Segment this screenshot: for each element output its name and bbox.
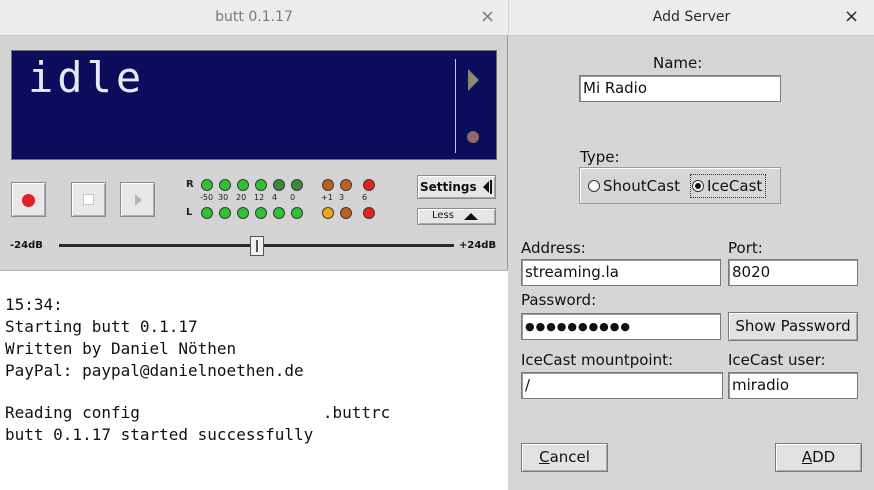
arrow-up-icon xyxy=(464,213,478,220)
add-server-dialog: Add Server × Name: Mi Radio Type: ShoutC… xyxy=(509,0,874,490)
address-field[interactable]: streaming.la xyxy=(521,259,721,286)
port-label: Port: xyxy=(728,239,763,257)
vu-channel-r-label: R xyxy=(186,179,194,190)
dialog-close-icon[interactable]: × xyxy=(844,6,859,27)
radio-icecast[interactable]: IceCast xyxy=(690,174,767,198)
less-button[interactable]: Less xyxy=(417,208,496,225)
vu-led-r xyxy=(340,179,352,191)
status-display-text: idle xyxy=(28,53,146,102)
password-label: Password: xyxy=(521,291,597,309)
radio-shoutcast-label: ShoutCast xyxy=(603,177,680,195)
log-line: 15:34: xyxy=(5,295,63,314)
arrow-left-icon xyxy=(483,181,489,193)
vu-led-l xyxy=(201,207,213,219)
add-button-label: ADD xyxy=(801,448,836,466)
vu-led-l xyxy=(291,207,303,219)
vu-scale-label: 30 xyxy=(218,193,229,202)
dialog-title: Add Server xyxy=(652,9,731,25)
password-field[interactable]: ●●●●●●●●●● xyxy=(521,313,721,340)
main-window-title: butt 0.1.17 xyxy=(215,9,293,25)
slider-grip-icon xyxy=(256,240,258,252)
stop-button[interactable] xyxy=(71,182,106,217)
vu-led-r xyxy=(273,179,285,191)
vu-led-l xyxy=(363,207,375,219)
vu-scale-label: +1 xyxy=(321,193,333,202)
vu-scale-label: -50 xyxy=(200,193,214,202)
type-radio-group: ShoutCast IceCast xyxy=(579,167,781,204)
name-label: Name: xyxy=(653,54,703,72)
vu-scale-label: 4 xyxy=(272,193,278,202)
vu-led-r xyxy=(201,179,213,191)
icecast-user-field[interactable]: miradio xyxy=(728,372,858,399)
vu-led-l xyxy=(255,207,267,219)
gain-slider-thumb[interactable] xyxy=(250,236,264,256)
vu-scale-label: 6 xyxy=(362,193,368,202)
cancel-button[interactable]: Cancel xyxy=(521,443,608,472)
vu-led-l xyxy=(219,207,231,219)
mountpoint-label: IceCast mountpoint: xyxy=(521,351,674,369)
vu-led-l xyxy=(237,207,249,219)
play-icon xyxy=(135,194,142,206)
vu-meter: R L -50 30 20 12 4 0 +1 3 6 xyxy=(186,177,386,221)
radio-circle-icon xyxy=(588,180,600,192)
record-icon xyxy=(22,194,35,207)
main-titlebar: butt 0.1.17 × xyxy=(0,0,508,36)
vu-scale-label: 3 xyxy=(339,193,345,202)
address-label: Address: xyxy=(521,239,586,257)
vu-led-l xyxy=(340,207,352,219)
log-line: Starting butt 0.1.17 xyxy=(5,317,198,336)
display-divider xyxy=(455,59,456,153)
vu-led-r xyxy=(219,179,231,191)
dialog-titlebar: Add Server × xyxy=(509,0,874,36)
vu-led-r xyxy=(291,179,303,191)
log-line: Reading config .buttrc xyxy=(5,403,391,422)
stop-icon xyxy=(83,194,94,205)
settings-button-label: Settings xyxy=(420,180,477,194)
radio-selected-icon xyxy=(692,180,704,192)
bar-icon xyxy=(490,180,492,194)
cancel-button-label: Cancel xyxy=(539,448,590,466)
vu-scale-label: 20 xyxy=(236,193,247,202)
port-field[interactable]: 8020 xyxy=(728,259,858,286)
log-output: 15:34: Starting butt 0.1.17 Written by D… xyxy=(0,270,508,490)
log-line: butt 0.1.17 started successfully xyxy=(5,425,314,444)
butt-main-window: butt 0.1.17 × idle R L -50 30 20 12 4 0 +1 3 6 S… xyxy=(0,0,508,490)
radio-icecast-label: IceCast xyxy=(707,177,763,195)
stream-indicator-icon xyxy=(468,69,479,91)
vu-led-r xyxy=(322,179,334,191)
radio-shoutcast[interactable]: ShoutCast xyxy=(588,177,680,195)
vu-scale-label: 12 xyxy=(254,193,265,202)
add-button[interactable]: ADD xyxy=(775,443,862,472)
play-button[interactable] xyxy=(120,182,155,217)
vu-led-r xyxy=(255,179,267,191)
status-display: idle xyxy=(11,50,497,160)
less-button-label: Less xyxy=(432,210,454,221)
main-close-icon[interactable]: × xyxy=(480,6,495,27)
record-indicator-icon xyxy=(467,131,479,143)
gain-min-label: -24dB xyxy=(10,240,43,251)
log-line: Written by Daniel Nöthen xyxy=(5,339,237,358)
name-field[interactable]: Mi Radio xyxy=(579,75,781,102)
show-password-button[interactable]: Show Password xyxy=(728,312,858,341)
record-button[interactable] xyxy=(11,182,46,217)
type-label: Type: xyxy=(580,148,620,166)
vu-scale-label: 0 xyxy=(290,193,296,202)
vu-led-l xyxy=(273,207,285,219)
vu-channel-l-label: L xyxy=(186,207,193,218)
vu-led-r xyxy=(363,179,375,191)
vu-led-r xyxy=(237,179,249,191)
icecast-user-label: IceCast user: xyxy=(728,351,826,369)
log-line: PayPal: paypal@danielnoethen.de xyxy=(5,361,304,380)
gain-max-label: +24dB xyxy=(459,240,497,251)
settings-button[interactable]: Settings xyxy=(417,175,496,199)
vu-led-l xyxy=(322,207,334,219)
mountpoint-field[interactable]: / xyxy=(521,372,723,399)
